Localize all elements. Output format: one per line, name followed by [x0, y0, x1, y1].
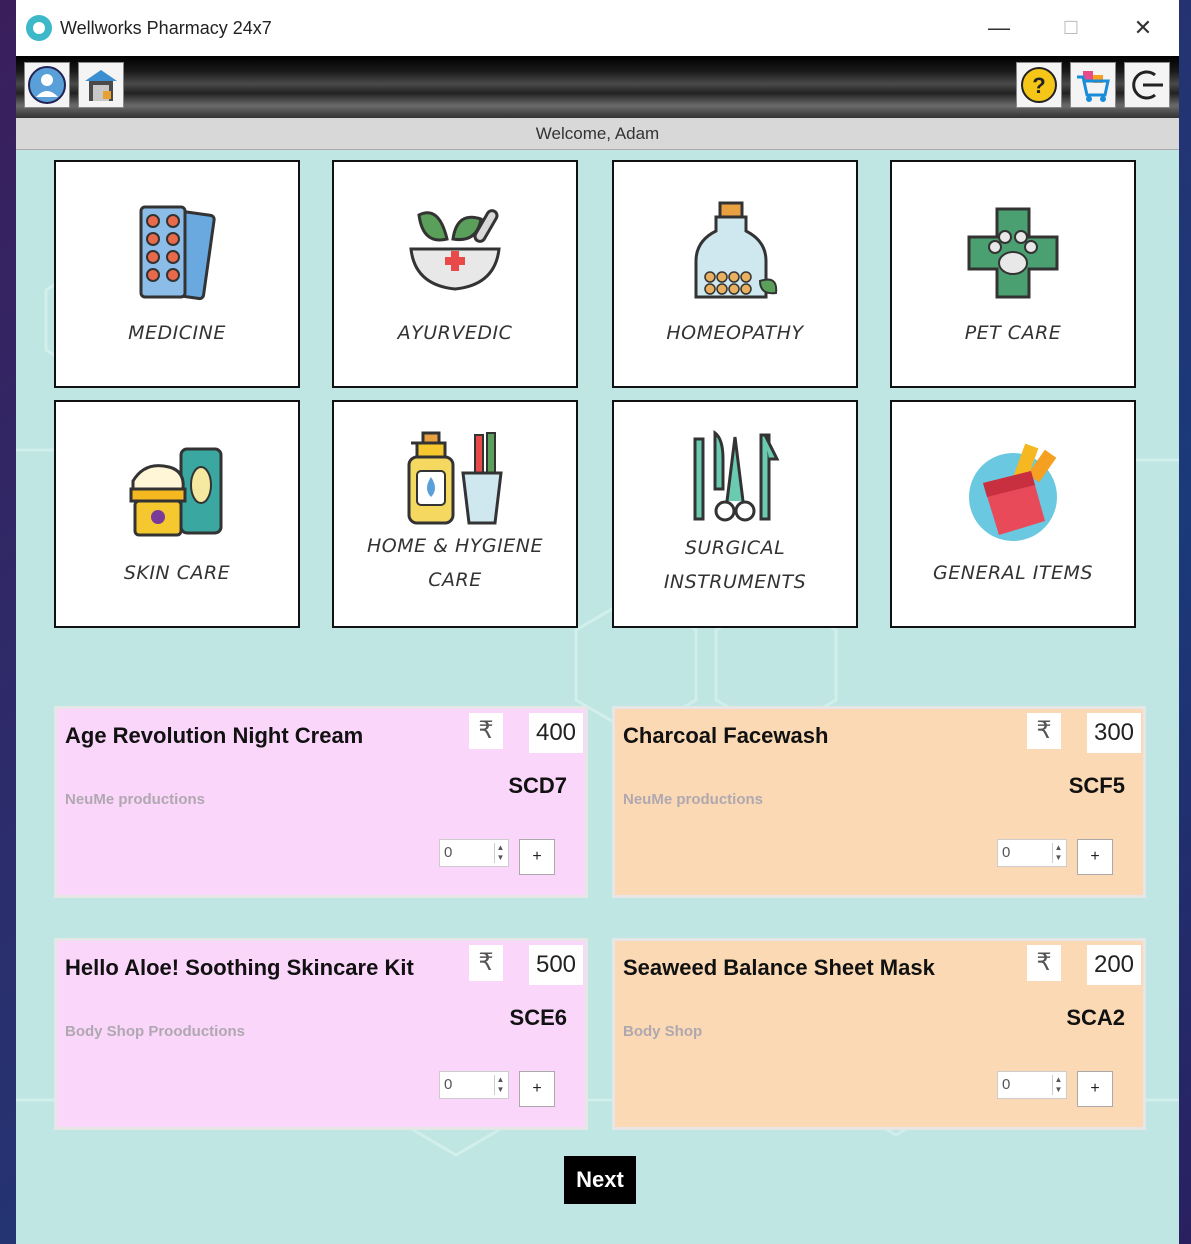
product-card: Hello Aloe! Soothing Skincare Kit ₹ 500 …	[54, 938, 588, 1130]
quantity-value: 0	[1002, 1076, 1011, 1093]
home-store-button[interactable]	[78, 62, 124, 108]
rupee-icon: ₹	[1027, 713, 1061, 749]
close-button[interactable]: ✕	[1107, 0, 1179, 56]
add-to-cart-button[interactable]: +	[1077, 839, 1113, 875]
product-maker: NeuMe productions	[623, 791, 764, 808]
product-price: 500	[529, 945, 583, 985]
product-card: Age Revolution Night Cream ₹ 400 SCD7 Ne…	[54, 706, 588, 898]
category-surgical-instruments[interactable]: SURGICAL INSTRUMENTS	[612, 400, 858, 628]
product-card: Seaweed Balance Sheet Mask ₹ 200 SCA2 Bo…	[612, 938, 1146, 1130]
window-controls: — ☐ ✕	[963, 0, 1179, 56]
quantity-spinner[interactable]: 0 ▲ ▼	[439, 1071, 509, 1099]
spinner-arrows-icon[interactable]: ▲ ▼	[1052, 843, 1064, 863]
general-items-icon	[958, 438, 1068, 548]
mortar-pestle-icon	[400, 198, 510, 308]
product-code: SCD7	[508, 773, 567, 798]
rupee-icon: ₹	[469, 713, 503, 749]
product-name: Hello Aloe! Soothing Skincare Kit	[65, 955, 414, 980]
cart-icon	[1077, 71, 1110, 102]
title-bar: Wellworks Pharmacy 24x7 — ☐ ✕	[16, 0, 1179, 56]
product-maker: NeuMe productions	[65, 791, 206, 808]
product-code: SCA2	[1066, 1005, 1125, 1030]
homeopathy-bottle-icon	[680, 198, 790, 308]
app-window: Wellworks Pharmacy 24x7 — ☐ ✕ ? Welcome,…	[16, 0, 1179, 1244]
product-price: 200	[1087, 945, 1141, 985]
add-to-cart-button[interactable]: +	[519, 839, 555, 875]
quantity-spinner[interactable]: 0 ▲ ▼	[997, 1071, 1067, 1099]
category-label: MEDICINE	[128, 322, 226, 344]
spinner-arrows-icon[interactable]: ▲ ▼	[494, 843, 506, 863]
skincare-cream-icon	[122, 438, 232, 548]
category-home-hygiene-care[interactable]: HOME & HYGIENE CARE	[332, 400, 578, 628]
category-label: AYURVEDIC	[397, 322, 513, 344]
quantity-value: 0	[444, 1076, 453, 1093]
quantity-value: 0	[444, 844, 453, 861]
product-name: Age Revolution Night Cream	[65, 723, 364, 748]
category-general-items[interactable]: GENERAL ITEMS	[890, 400, 1136, 628]
category-homeopathy[interactable]: HOMEOPATHY	[612, 160, 858, 388]
logout-button[interactable]	[1124, 62, 1170, 108]
add-to-cart-button[interactable]: +	[519, 1071, 555, 1107]
product-name: Charcoal Facewash	[623, 723, 829, 748]
next-button[interactable]: Next	[564, 1156, 636, 1204]
window-title: Wellworks Pharmacy 24x7	[60, 17, 272, 38]
category-pet-care[interactable]: PET CARE	[890, 160, 1136, 388]
category-label: SKIN CARE	[123, 562, 231, 584]
product-price: 400	[529, 713, 583, 753]
category-label: PET CARE	[964, 322, 1062, 344]
welcome-banner: Welcome, Adam	[16, 118, 1179, 150]
product-price: 300	[1087, 713, 1141, 753]
rupee-icon: ₹	[469, 945, 503, 981]
category-label: HOMEOPATHY	[666, 322, 804, 344]
category-skin-care[interactable]: SKIN CARE	[54, 400, 300, 628]
quantity-spinner[interactable]: 0 ▲ ▼	[439, 839, 509, 867]
product-maker: Body Shop Prooductions	[65, 1023, 245, 1040]
category-ayurvedic[interactable]: AYURVEDIC	[332, 160, 578, 388]
user-profile-button[interactable]	[24, 62, 70, 108]
help-icon: ?	[1021, 67, 1057, 103]
cart-button[interactable]	[1070, 62, 1116, 108]
rupee-icon: ₹	[1027, 945, 1061, 981]
maximize-button[interactable]: ☐	[1035, 0, 1107, 56]
toolbar: ?	[16, 56, 1179, 118]
pet-paw-cross-icon	[958, 198, 1068, 308]
category-medicine[interactable]: MEDICINE	[54, 160, 300, 388]
quantity-value: 0	[1002, 844, 1011, 861]
spinner-arrows-icon[interactable]: ▲ ▼	[494, 1075, 506, 1095]
product-card: Charcoal Facewash ₹ 300 SCF5 NeuMe produ…	[612, 706, 1146, 898]
user-profile-icon	[28, 66, 66, 104]
home-store-icon	[85, 70, 117, 101]
product-code: SCE6	[509, 1005, 567, 1030]
category-label: SURGICAL INSTRUMENTS	[663, 537, 807, 593]
product-maker: Body Shop	[623, 1023, 703, 1040]
product-name: Seaweed Balance Sheet Mask	[623, 955, 935, 980]
pill-blister-icon	[122, 198, 232, 308]
spinner-arrows-icon[interactable]: ▲ ▼	[1052, 1075, 1064, 1095]
logout-icon	[1132, 70, 1163, 100]
svg-text:?: ?	[1032, 73, 1045, 98]
product-code: SCF5	[1068, 773, 1125, 798]
category-label: GENERAL ITEMS	[933, 562, 1093, 584]
minimize-button[interactable]: —	[963, 0, 1035, 56]
soap-toothbrush-icon	[400, 431, 510, 527]
add-to-cart-button[interactable]: +	[1077, 1071, 1113, 1107]
app-logo-icon	[26, 15, 52, 41]
quantity-spinner[interactable]: 0 ▲ ▼	[997, 839, 1067, 867]
help-button[interactable]: ?	[1016, 62, 1062, 108]
category-label: HOME & HYGIENE CARE	[367, 535, 543, 591]
surgical-tools-icon	[680, 429, 790, 529]
